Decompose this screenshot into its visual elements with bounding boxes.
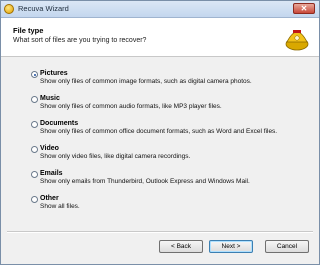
option-description: Show all files.: [40, 203, 80, 210]
cancel-button[interactable]: Cancel: [265, 240, 309, 253]
radio-other[interactable]: [31, 196, 38, 203]
recuva-wizard-window: Recuva Wizard ✕ File type What sort of f…: [0, 0, 320, 265]
page-subtitle: What sort of files are you trying to rec…: [13, 37, 147, 44]
page-title: File type: [13, 26, 44, 35]
wizard-header: File type What sort of files are you try…: [1, 18, 319, 57]
option-documents[interactable]: Documents Show only files of common offi…: [31, 120, 311, 146]
radio-video[interactable]: [31, 146, 38, 153]
recuva-app-icon: [4, 4, 14, 14]
option-description: Show only files of common image formats,…: [40, 78, 252, 85]
radio-documents[interactable]: [31, 121, 38, 128]
radio-emails[interactable]: [31, 171, 38, 178]
window-title: Recuva Wizard: [18, 4, 69, 13]
option-description: Show only video files, like digital came…: [40, 153, 191, 160]
option-other[interactable]: Other Show all files.: [31, 195, 311, 221]
option-description: Show only emails from Thunderbird, Outlo…: [40, 178, 250, 185]
option-description: Show only files of common audio formats,…: [40, 103, 222, 110]
option-label: Emails: [40, 170, 63, 177]
option-label: Other: [40, 195, 59, 202]
option-video[interactable]: Video Show only video files, like digita…: [31, 145, 311, 171]
option-label: Pictures: [40, 70, 68, 77]
option-emails[interactable]: Emails Show only emails from Thunderbird…: [31, 170, 311, 196]
radio-music[interactable]: [31, 96, 38, 103]
option-description: Show only files of common office documen…: [40, 128, 278, 135]
option-music[interactable]: Music Show only files of common audio fo…: [31, 95, 311, 121]
title-bar[interactable]: Recuva Wizard ✕: [1, 1, 319, 18]
option-label: Video: [40, 145, 59, 152]
radio-pictures[interactable]: [31, 71, 38, 78]
next-button[interactable]: Next >: [209, 240, 253, 253]
option-pictures[interactable]: Pictures Show only files of common image…: [31, 70, 311, 96]
recuva-logo-icon: [285, 30, 309, 51]
file-type-options: Pictures Show only files of common image…: [31, 70, 311, 221]
option-label: Music: [40, 95, 60, 102]
close-button[interactable]: ✕: [293, 3, 315, 14]
back-button[interactable]: < Back: [159, 240, 203, 253]
option-label: Documents: [40, 120, 79, 127]
footer-divider: [7, 231, 313, 233]
